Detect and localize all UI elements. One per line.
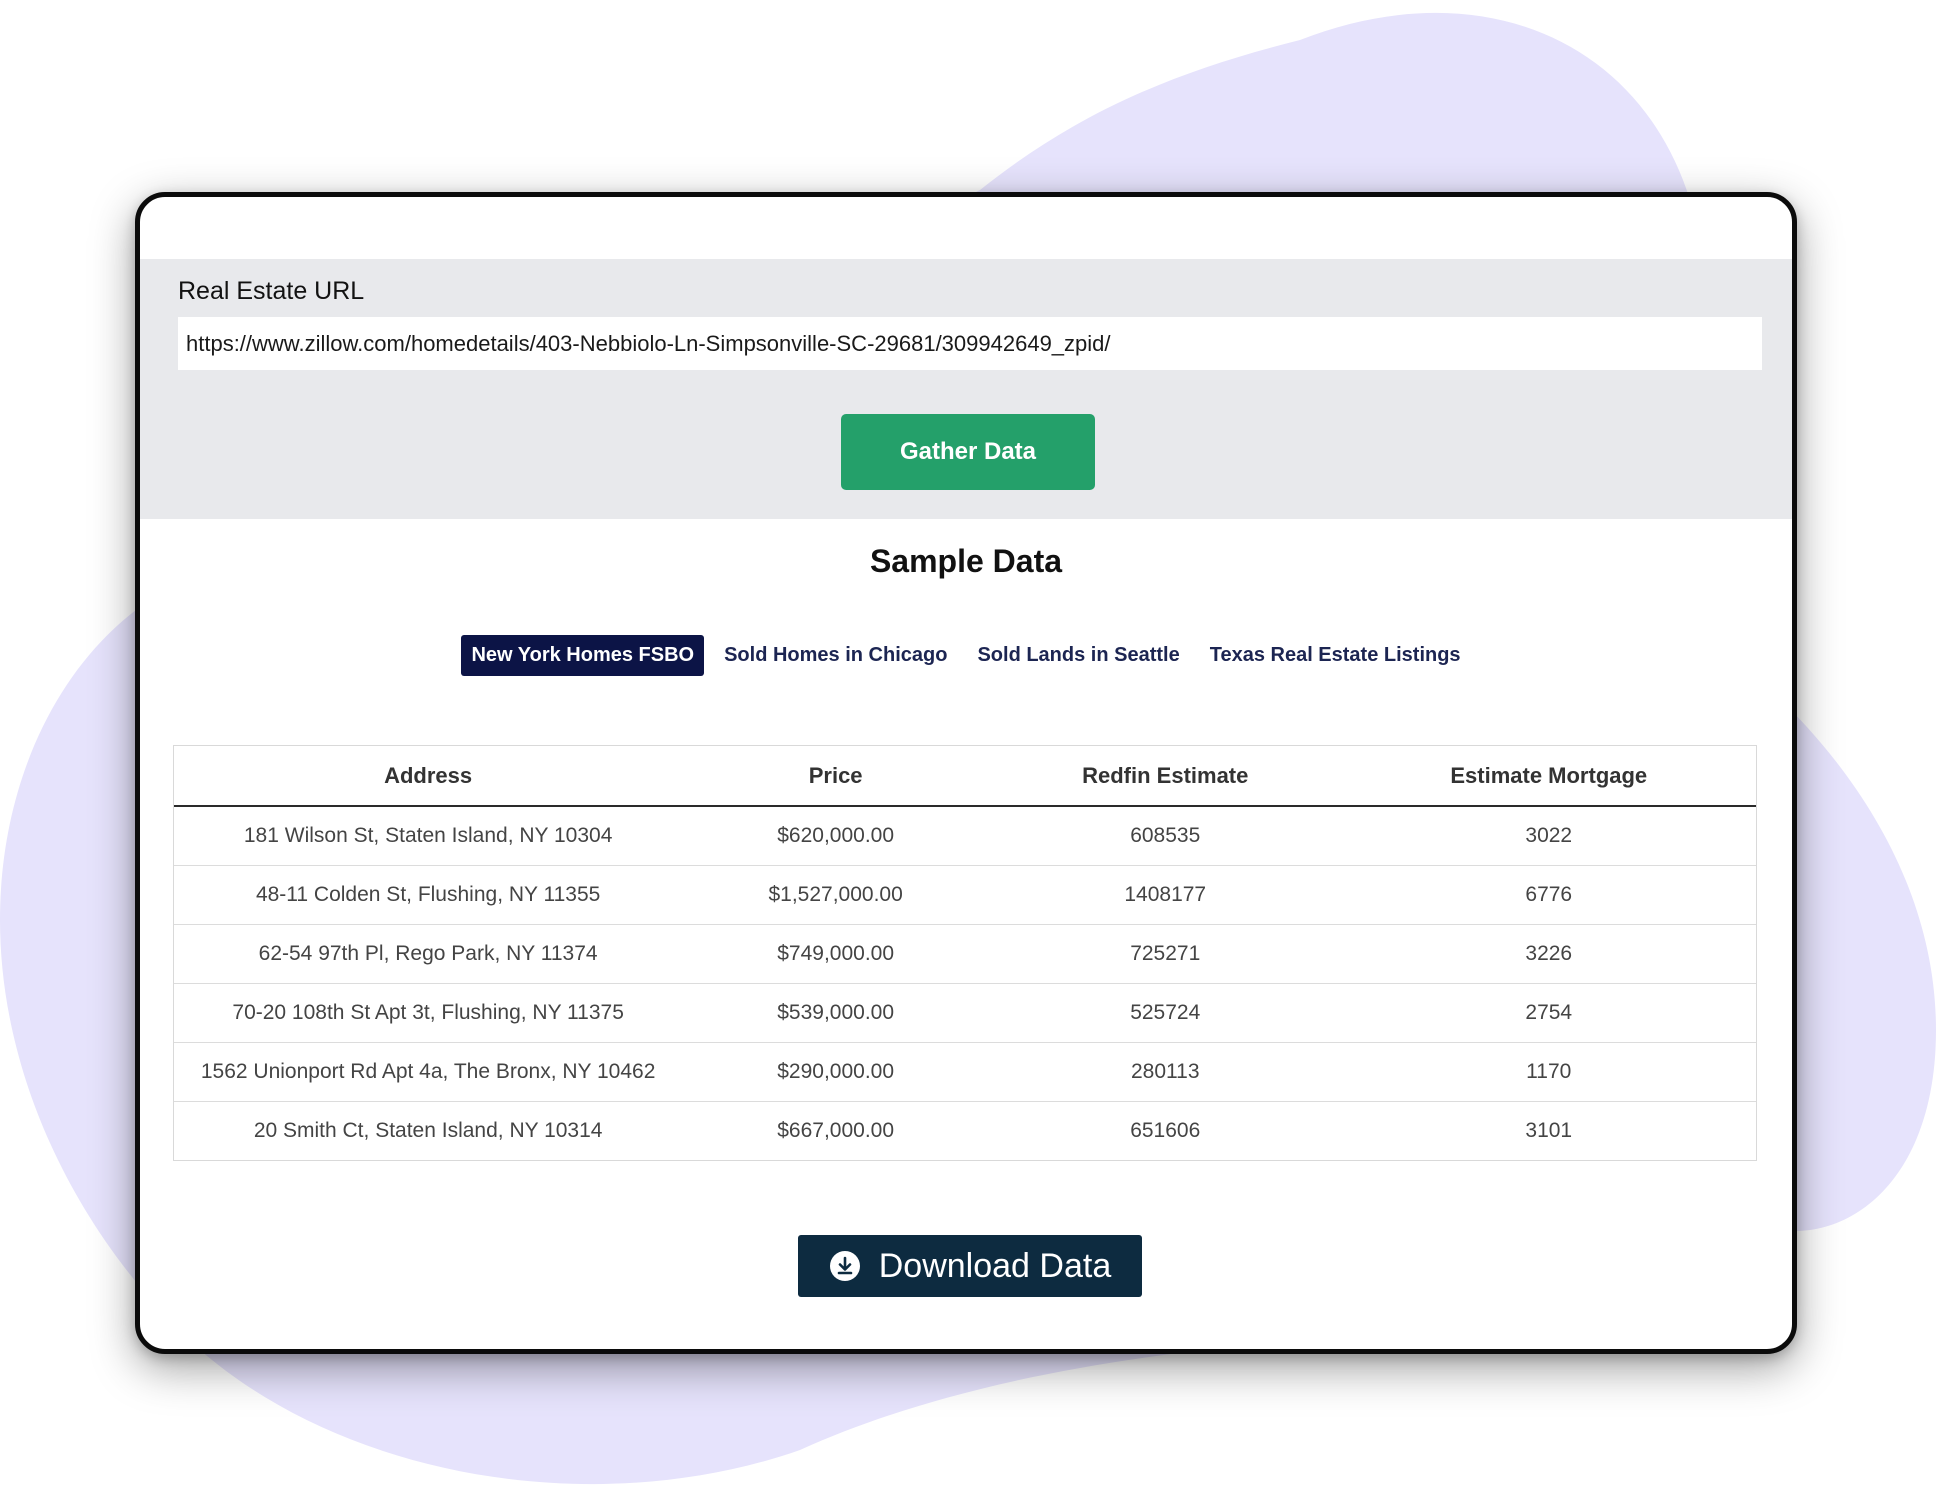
cell-redfin-estimate: 651606 [988, 1101, 1342, 1160]
table-row: 20 Smith Ct, Staten Island, NY 10314 $66… [174, 1101, 1756, 1160]
url-input[interactable] [178, 317, 1762, 370]
cell-price: $749,000.00 [682, 924, 989, 984]
table-row: 70-20 108th St Apt 3t, Flushing, NY 1137… [174, 983, 1756, 1043]
cell-redfin-estimate: 525724 [988, 983, 1342, 1043]
url-label: Real Estate URL [178, 277, 365, 305]
cell-address: 48-11 Colden St, Flushing, NY 11355 [174, 865, 683, 925]
cell-address: 1562 Unionport Rd Apt 4a, The Bronx, NY … [174, 1042, 683, 1102]
cell-redfin-estimate: 608535 [1130, 824, 1201, 847]
gather-data-button[interactable]: Gather Data [841, 414, 1095, 490]
table-row: 1562 Unionport Rd Apt 4a, The Bronx, NY … [174, 1042, 1756, 1102]
sample-data-title: Sample Data [869, 543, 1063, 579]
cell-redfin-estimate: 1408177 [988, 865, 1342, 925]
download-circle-icon [829, 1251, 860, 1281]
table-row: 62-54 97th Pl, Rego Park, NY 11374 $749,… [174, 924, 1756, 984]
cell-price: $1,527,000.00 [682, 865, 989, 925]
scraper-card: Real Estate URL Gather Data Sample Data … [135, 192, 1797, 1354]
cell-redfin-estimate: 725271 [988, 924, 1342, 984]
tab-sold-homes-chicago[interactable]: Sold Homes in Chicago [714, 635, 957, 676]
cell-estimate-mortgage: 3101 [1341, 1101, 1756, 1160]
sample-tabs: New York Homes FSBO Sold Homes in Chicag… [140, 635, 1792, 676]
cell-price: $667,000.00 [682, 1101, 989, 1160]
cell-address: 70-20 108th St Apt 3t, Flushing, NY 1137… [174, 983, 683, 1043]
cell-price: $539,000.00 [682, 983, 989, 1043]
table-header-row: Address Price Redfin Estimate Estimate M… [174, 746, 1756, 807]
cell-price: $620,000.00 [777, 824, 895, 847]
table-row: 48-11 Colden St, Flushing, NY 11355 $1,5… [174, 865, 1756, 925]
cell-estimate-mortgage: 3226 [1341, 924, 1756, 984]
header-redfin-estimate: Redfin Estimate [988, 746, 1342, 807]
cell-address: 62-54 97th Pl, Rego Park, NY 11374 [174, 924, 683, 984]
cell-estimate-mortgage: 1170 [1341, 1042, 1756, 1102]
sample-data-table: Address Price Redfin Estimate Estimate M… [173, 745, 1757, 1161]
download-data-label: Download Data [878, 1246, 1112, 1285]
header-address: Address [174, 746, 683, 807]
header-price: Price [682, 746, 989, 807]
cell-estimate-mortgage: 6776 [1341, 865, 1756, 925]
tab-texas-real-estate-listings[interactable]: Texas Real Estate Listings [1200, 635, 1471, 676]
header-estimate-mortgage: Estimate Mortgage [1341, 746, 1756, 807]
download-data-button[interactable]: Download Data [798, 1235, 1142, 1297]
cell-estimate-mortgage: 3022 [1525, 824, 1573, 847]
url-panel: Real Estate URL Gather Data [140, 259, 1792, 519]
cell-price: $290,000.00 [682, 1042, 989, 1102]
table-row: 181 Wilson St, Staten Island, NY 10304 $… [174, 806, 1756, 866]
cell-redfin-estimate: 280113 [988, 1042, 1342, 1102]
tab-new-york-homes-fsbo[interactable]: New York Homes FSBO [461, 635, 705, 676]
tab-sold-lands-seattle[interactable]: Sold Lands in Seattle [967, 635, 1189, 676]
cell-address: 181 Wilson St, Staten Island, NY 10304 [243, 824, 613, 847]
cell-estimate-mortgage: 2754 [1341, 983, 1756, 1043]
cell-address: 20 Smith Ct, Staten Island, NY 10314 [174, 1101, 683, 1160]
